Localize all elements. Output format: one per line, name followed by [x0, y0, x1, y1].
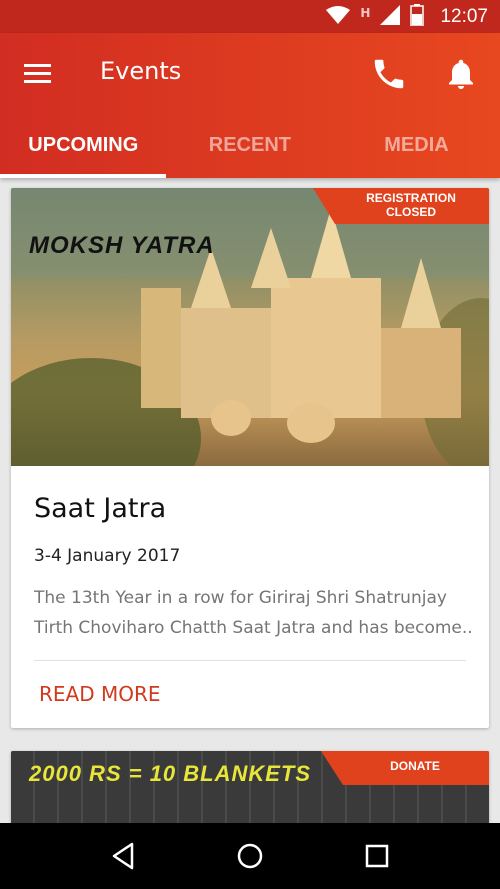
bell-icon[interactable]: [443, 55, 479, 93]
tab-bar: UPCOMING RECENT MEDIA: [0, 125, 500, 178]
event-list[interactable]: MOKSH YATRA REGISTRATION CLOSED Saat Jat…: [0, 178, 500, 823]
event-description-line: Tirth Choviharo Chatth Saat Jatra and ha…: [34, 618, 474, 638]
event-image-caption: 2000 RS = 10 BLANKETS: [29, 761, 312, 786]
battery-icon: [410, 3, 425, 30]
clock: 12:07: [440, 5, 488, 27]
signal-icon: [380, 4, 401, 29]
toolbar: Events: [0, 33, 500, 113]
back-icon[interactable]: [103, 836, 143, 876]
system-nav-bar: [0, 823, 500, 889]
status-badge: REGISTRATION CLOSED: [313, 188, 489, 224]
home-icon[interactable]: [230, 836, 270, 876]
tab-upcoming[interactable]: UPCOMING: [0, 125, 167, 178]
tab-media[interactable]: MEDIA: [333, 125, 500, 178]
event-card[interactable]: MOKSH YATRA REGISTRATION CLOSED Saat Jat…: [11, 188, 489, 728]
event-description-line: The 13th Year in a row for Giriraj Shri …: [34, 588, 447, 608]
event-image[interactable]: MOKSH YATRA REGISTRATION CLOSED: [11, 188, 489, 466]
status-bar: H 12:07: [0, 0, 500, 33]
page-title: Events: [100, 57, 182, 85]
wifi-icon: [326, 5, 351, 28]
divider: [34, 660, 466, 661]
tab-recent[interactable]: RECENT: [167, 125, 334, 178]
phone-icon[interactable]: [370, 55, 408, 93]
event-image[interactable]: 2000 RS = 10 BLANKETS DONATE: [11, 751, 489, 823]
app-bar: Events UPCOMING RECENT MEDIA: [0, 33, 500, 178]
event-image-caption: MOKSH YATRA: [29, 232, 215, 259]
event-description: The 13th Year in a row for Giriraj Shri …: [34, 583, 474, 643]
event-date: 3-4 January 2017: [34, 546, 181, 566]
event-card[interactable]: 2000 RS = 10 BLANKETS DONATE: [11, 751, 489, 823]
temple-illustration: [11, 188, 489, 466]
read-more-button[interactable]: READ MORE: [39, 682, 161, 706]
donate-badge[interactable]: DONATE: [321, 751, 489, 785]
event-title: Saat Jatra: [34, 493, 167, 524]
recents-icon[interactable]: [357, 836, 397, 876]
menu-icon[interactable]: [18, 55, 58, 91]
network-type-label: H: [360, 5, 371, 20]
